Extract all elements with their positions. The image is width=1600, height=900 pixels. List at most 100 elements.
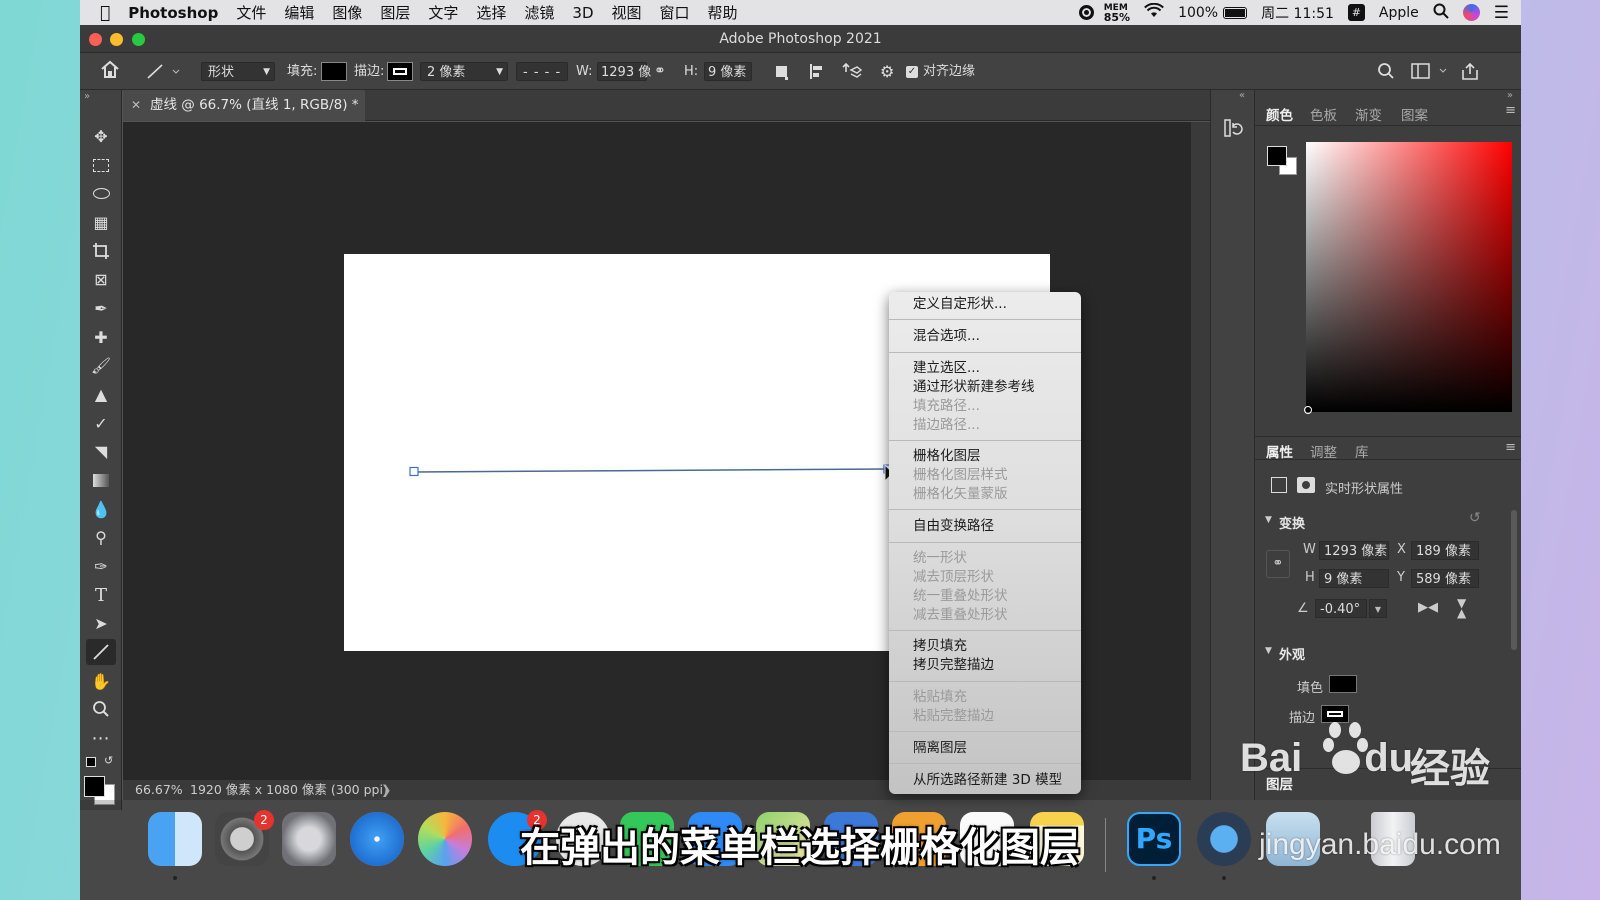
menu-item-new-guides-from-shape[interactable]: 通过形状新建参考线 — [913, 378, 1035, 397]
foreground-color-swatch[interactable] — [1267, 146, 1287, 166]
transform-section-label[interactable]: 变换 — [1279, 513, 1305, 532]
flip-vertical-icon[interactable]: ▼ ▲ — [1457, 597, 1466, 619]
gradient-tool-icon[interactable] — [86, 467, 116, 493]
frame-tool-icon[interactable]: ⊠ — [86, 266, 116, 292]
link-dimensions-icon[interactable]: ⚭ — [654, 62, 666, 81]
link-wh-icon[interactable]: ⚭ — [1266, 550, 1290, 578]
height-field[interactable]: 9 像素 — [1319, 569, 1389, 588]
eyedropper-tool-icon[interactable]: ✒ — [86, 295, 116, 321]
appearance-section-label[interactable]: 外观 — [1279, 644, 1305, 663]
stroke-swatch[interactable] — [1321, 705, 1349, 723]
menu-item-copy-complete-stroke[interactable]: 拷贝完整描边 — [913, 656, 994, 675]
apple-icon[interactable]:  — [80, 3, 119, 23]
marquee-tool-icon[interactable] — [86, 152, 116, 178]
path-alignment-icon[interactable] — [808, 62, 826, 81]
line-tool-icon[interactable] — [86, 639, 116, 665]
dodge-tool-icon[interactable]: ⚲ — [86, 524, 116, 550]
menu-image[interactable]: 图像 — [323, 2, 371, 23]
menu-3d[interactable]: 3D — [563, 4, 602, 22]
properties-scrollbar[interactable] — [1511, 510, 1517, 650]
menu-item-make-selection[interactable]: 建立选区... — [913, 359, 980, 378]
color-field-picker[interactable] — [1304, 406, 1312, 414]
flip-horizontal-icon[interactable]: ▶◀ — [1418, 600, 1438, 615]
tool-mode-select[interactable]: 形状 ▼ — [201, 62, 275, 81]
chevron-down-icon[interactable]: ▼ — [1265, 646, 1272, 656]
line-tool-preset-picker[interactable] — [146, 62, 182, 81]
panel-menu-icon[interactable]: ≡ — [1505, 103, 1516, 118]
menu-select[interactable]: 选择 — [467, 2, 515, 23]
menu-app-name[interactable]: Photoshop — [119, 4, 227, 22]
menu-layer[interactable]: 图层 — [371, 2, 419, 23]
tab-swatches[interactable]: 色板 — [1310, 104, 1337, 124]
canvas-vertical-scrollbar[interactable] — [1191, 122, 1210, 800]
width-field[interactable]: 1293 像 — [597, 62, 651, 81]
fill-swatch[interactable] — [1329, 675, 1357, 693]
healing-brush-tool-icon[interactable]: ✚ — [86, 324, 116, 350]
shape-properties-icon[interactable] — [1271, 477, 1287, 493]
notification-center-icon[interactable]: ☰ — [1494, 3, 1509, 23]
width-field[interactable]: 1293 像素 — [1319, 541, 1389, 560]
chevron-right-icon[interactable]: ❯ — [381, 780, 391, 800]
history-brush-tool-icon[interactable]: ✓ — [86, 410, 116, 436]
color-field[interactable] — [1306, 142, 1512, 412]
angle-dropdown[interactable]: ▼ — [1369, 599, 1387, 618]
menu-item-blending-options[interactable]: 混合选项... — [913, 327, 980, 346]
menubar-user[interactable]: Apple — [1379, 5, 1419, 21]
x-field[interactable]: 189 像素 — [1411, 541, 1479, 560]
menu-item-rasterize-layer[interactable]: 栅格化图层 — [913, 447, 981, 466]
wifi-icon[interactable] — [1144, 2, 1164, 22]
tab-libraries[interactable]: 库 — [1355, 441, 1369, 461]
collapse-panels-icon[interactable]: « — [1239, 90, 1245, 101]
blur-tool-icon[interactable]: 💧 — [86, 496, 116, 522]
mem-indicator[interactable]: MEM 85% — [1104, 3, 1130, 23]
menu-item-new-3d-model-from-path[interactable]: 从所选路径新建 3D 模型 — [913, 771, 1062, 790]
workspace-switcher-icon[interactable] — [1411, 62, 1449, 81]
close-window-button[interactable] — [89, 33, 102, 46]
home-icon[interactable] — [100, 60, 120, 79]
clone-stamp-tool-icon[interactable]: ▲ — [86, 381, 116, 407]
crop-tool-icon[interactable] — [86, 238, 116, 264]
menu-filter[interactable]: 滤镜 — [515, 2, 563, 23]
line-shape[interactable] — [408, 464, 898, 480]
menu-help[interactable]: 帮助 — [699, 2, 747, 23]
search-icon[interactable] — [1377, 62, 1395, 81]
brush-tool-icon[interactable]: 🖌 — [86, 352, 116, 378]
pen-tool-icon[interactable]: ✑ — [86, 553, 116, 579]
menu-window[interactable]: 窗口 — [651, 2, 699, 23]
object-selection-tool-icon[interactable]: ▦ — [86, 209, 116, 235]
menu-item-define-custom-shape[interactable]: 定义自定形状... — [913, 295, 1007, 314]
swap-colors-icon[interactable]: ↺ — [104, 754, 113, 767]
menu-file[interactable]: 文件 — [227, 2, 275, 23]
spotlight-search-icon[interactable] — [1433, 3, 1449, 23]
more-tools-icon[interactable]: ⋯ — [86, 725, 116, 751]
zoom-tool-icon[interactable] — [86, 696, 116, 722]
menu-type[interactable]: 文字 — [419, 2, 467, 23]
menu-item-free-transform-path[interactable]: 自由变换路径 — [913, 517, 994, 536]
menu-edit[interactable]: 编辑 — [275, 2, 323, 23]
menu-item-copy-fill[interactable]: 拷贝填充 — [913, 637, 967, 656]
foreground-color-swatch[interactable] — [84, 776, 105, 797]
mask-properties-icon[interactable] — [1297, 477, 1315, 493]
stroke-swatch[interactable] — [387, 62, 413, 81]
stroke-width-select[interactable]: 2 像素 ▼ — [420, 62, 508, 81]
minimize-window-button[interactable] — [110, 33, 123, 46]
panel-menu-icon[interactable]: ≡ — [1505, 440, 1516, 455]
close-tab-icon[interactable]: ✕ — [131, 90, 141, 121]
align-edges-checkbox[interactable]: ✓ — [906, 66, 918, 78]
type-tool-icon[interactable]: T — [86, 582, 116, 608]
battery-icon[interactable] — [1223, 6, 1248, 19]
tab-properties[interactable]: 属性 — [1266, 441, 1293, 461]
history-panel-icon[interactable] — [1223, 118, 1243, 142]
fill-swatch[interactable] — [321, 62, 347, 81]
reset-transform-icon[interactable]: ↺ — [1469, 510, 1481, 526]
siri-icon[interactable] — [1462, 4, 1480, 21]
gear-icon[interactable]: ⚙ — [880, 62, 894, 81]
lasso-tool-icon[interactable] — [86, 180, 116, 206]
tab-patterns[interactable]: 图案 — [1401, 104, 1428, 124]
angle-field[interactable]: -0.40° — [1315, 599, 1367, 618]
menu-view[interactable]: 视图 — [603, 2, 651, 23]
path-selection-tool-icon[interactable]: ➤ — [86, 610, 116, 636]
hand-tool-icon[interactable]: ✋ — [86, 668, 116, 694]
stroke-type-select[interactable]: - - - - — [516, 62, 568, 81]
eraser-tool-icon[interactable]: ◥ — [86, 438, 116, 464]
